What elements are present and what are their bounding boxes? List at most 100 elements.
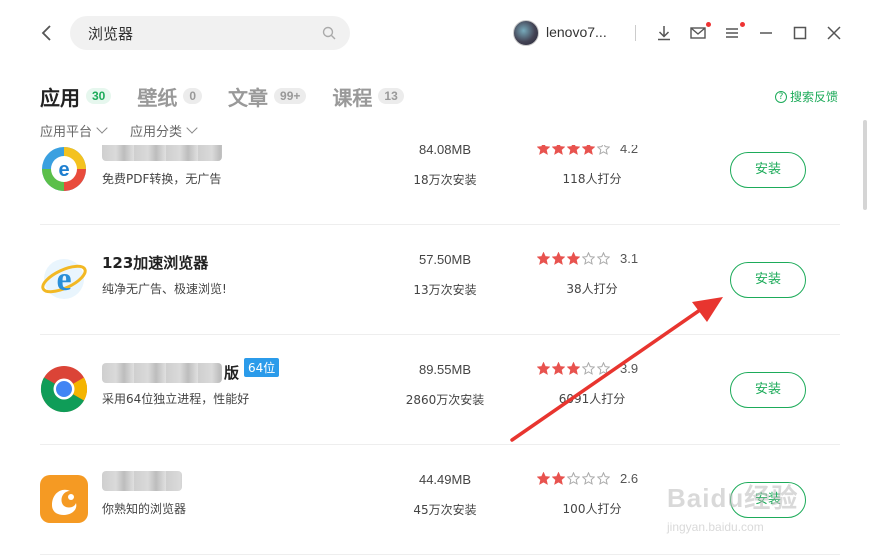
tab-count-badge: 0: [183, 88, 203, 104]
tab-articles[interactable]: 文章 99+: [228, 82, 307, 111]
filter-label: 应用分类: [130, 125, 183, 140]
app-name-redacted: [102, 363, 222, 383]
ie-colorful-icon: e: [42, 147, 86, 191]
app-list: e 免费PDF转换，无广告 84.08MB 18万次安装 4.2 118人打分 …: [40, 145, 840, 559]
svg-text:e: e: [56, 261, 71, 298]
chevron-left-icon: [41, 25, 51, 41]
install-button[interactable]: 安装: [730, 372, 806, 408]
rating-count: 38人打分: [566, 282, 618, 296]
star-icon: [597, 472, 610, 485]
rating-score: 2.6: [620, 471, 639, 486]
app-size: 57.50MB: [418, 252, 472, 267]
star-icon: [537, 252, 550, 265]
star-icon: [552, 472, 565, 485]
search-box[interactable]: [70, 16, 350, 50]
filter-category-dropdown[interactable]: 应用分类: [130, 121, 198, 140]
minimize-icon[interactable]: [757, 24, 775, 42]
rating-stars: 3.1: [537, 251, 638, 266]
ie-blue-icon: e: [41, 259, 87, 299]
chevron-down-icon: [186, 122, 198, 134]
chevron-down-icon: [96, 122, 108, 134]
list-item[interactable]: e 123加速浏览器 纯净无广告、极速浏览! 57.50MB 13万次安装 3.…: [40, 225, 840, 335]
app-size: 44.49MB: [418, 472, 472, 487]
rating-count: 118人打分: [562, 172, 622, 186]
tab-label: 课程: [332, 85, 373, 110]
rating-count: 6091人打分: [558, 392, 626, 406]
install-button[interactable]: 安装: [730, 482, 806, 518]
tab-label: 应用: [40, 85, 80, 110]
notification-dot: [740, 22, 745, 27]
filter-bar: 应用平台 应用分类: [40, 121, 220, 140]
list-item[interactable]: 版 64位 采用64位独立进程，性能好 89.55MB 2860万次安装 3.9…: [40, 335, 840, 445]
star-icon: [537, 362, 550, 375]
search-feedback-link[interactable]: ? 搜索反馈: [775, 88, 838, 105]
tab-count-badge: 30: [86, 88, 112, 104]
feedback-label: 搜索反馈: [790, 90, 839, 104]
divider: [635, 25, 636, 41]
uc-browser-icon: [40, 475, 88, 523]
mail-icon[interactable]: [689, 24, 707, 42]
star-icon: [597, 145, 610, 155]
filter-platform-dropdown[interactable]: 应用平台: [40, 121, 108, 140]
app-install-count: 18万次安装: [413, 173, 477, 187]
question-icon: ?: [775, 90, 787, 103]
tab-label: 壁纸: [137, 85, 178, 110]
star-icon: [552, 252, 565, 265]
app-name: 123加速浏览器: [102, 254, 209, 272]
app-description: 你熟知的浏览器: [102, 502, 187, 516]
star-icon: [567, 472, 580, 485]
download-icon[interactable]: [655, 24, 673, 42]
rating-score: 3.1: [620, 251, 639, 266]
username[interactable]: lenovo7...: [546, 24, 607, 40]
scrollbar[interactable]: [863, 120, 867, 210]
app-name-suffix: 版: [224, 364, 240, 382]
filter-label: 应用平台: [40, 125, 93, 140]
star-icon: [582, 472, 595, 485]
star-icon: [597, 252, 610, 265]
rating-count: 100人打分: [562, 502, 622, 516]
tab-label: 文章: [228, 85, 269, 110]
search-icon[interactable]: [322, 26, 336, 40]
tab-courses[interactable]: 课程 13: [332, 82, 404, 111]
star-icon: [567, 362, 580, 375]
app-name-redacted: [102, 471, 182, 491]
rating-stars: 4.2: [537, 145, 638, 156]
star-icon: [582, 145, 595, 155]
rating-score: 3.9: [620, 361, 639, 376]
rating-stars: 3.9: [537, 361, 638, 376]
menu-icon[interactable]: [723, 24, 741, 42]
list-item[interactable]: e 免费PDF转换，无广告 84.08MB 18万次安装 4.2 118人打分 …: [40, 145, 840, 225]
avatar[interactable]: [513, 20, 539, 46]
star-icon: [537, 472, 550, 485]
app-size: 89.55MB: [418, 362, 472, 377]
star-icon: [567, 145, 580, 155]
rating-score: 4.2: [620, 145, 639, 156]
tab-count-badge: 13: [378, 88, 404, 104]
app-description: 纯净无广告、极速浏览!: [102, 282, 227, 296]
search-input[interactable]: [88, 23, 308, 43]
list-item[interactable]: 你熟知的浏览器 44.49MB 45万次安装 2.6 100人打分 安装: [40, 445, 840, 555]
app-description: 采用64位独立进程，性能好: [102, 392, 250, 406]
app-install-count: 45万次安装: [413, 503, 477, 517]
64bit-tag: 64位: [244, 358, 280, 377]
tab-count-badge: 99+: [274, 88, 307, 104]
star-icon: [537, 145, 550, 155]
maximize-icon[interactable]: [791, 24, 809, 42]
back-button[interactable]: [36, 22, 58, 44]
star-icon: [552, 362, 565, 375]
star-icon: [597, 362, 610, 375]
rating-stars: 2.6: [537, 471, 638, 486]
install-button[interactable]: 安装: [730, 262, 806, 298]
app-description: 免费PDF转换，无广告: [102, 172, 222, 186]
app-size: 84.08MB: [418, 145, 472, 157]
chrome-icon: [40, 366, 88, 413]
app-install-count: 13万次安装: [413, 283, 477, 297]
tab-wallpapers[interactable]: 壁纸 0: [137, 82, 203, 111]
star-icon: [552, 145, 565, 155]
close-icon[interactable]: [825, 24, 843, 42]
tab-apps[interactable]: 应用 30: [40, 82, 112, 111]
category-tabs: 应用 30 壁纸 0 文章 99+ 课程 13: [40, 82, 430, 110]
star-icon: [567, 252, 580, 265]
install-button[interactable]: 安装: [730, 152, 806, 188]
app-name-redacted: [102, 145, 222, 161]
